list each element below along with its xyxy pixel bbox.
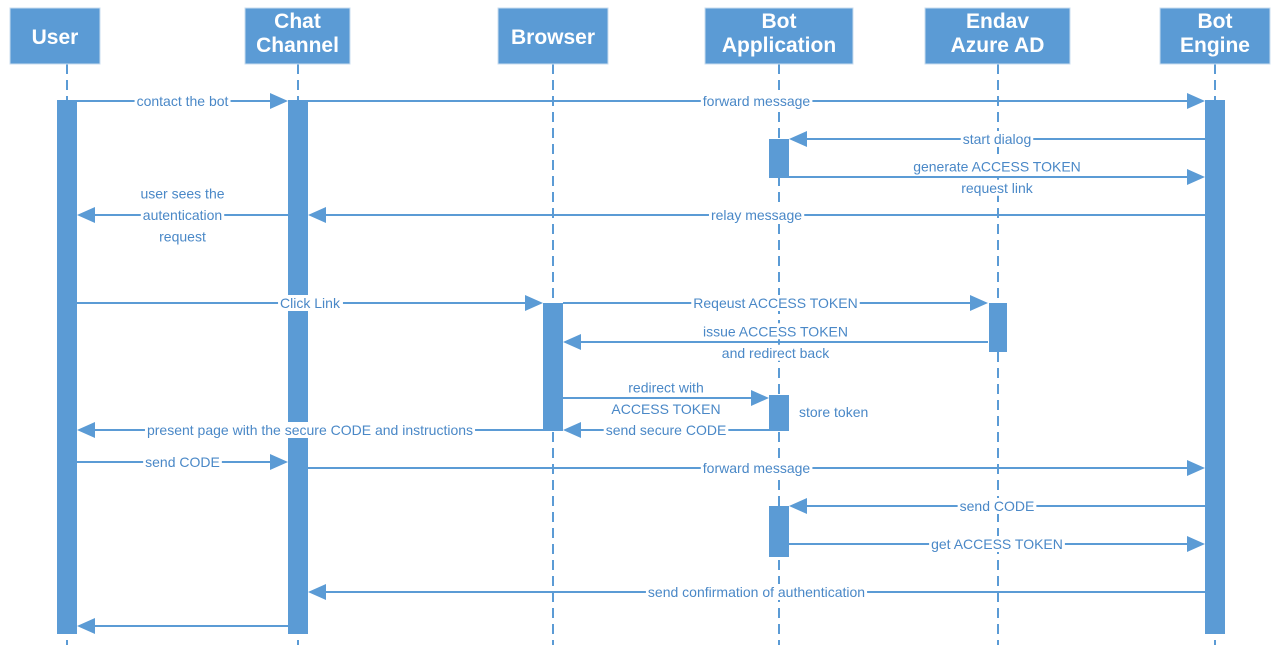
activation-bar-chat: [288, 100, 308, 634]
message: redirect with ACCESS TOKEN: [563, 379, 769, 417]
message-label: generate ACCESS TOKEN: [913, 158, 1081, 174]
message: send CODE: [789, 498, 1205, 514]
message: forward message: [308, 93, 1205, 109]
message: start dialog: [789, 131, 1205, 147]
arrowhead-icon: [970, 295, 988, 311]
arrowhead-icon: [270, 93, 288, 109]
arrowhead-icon: [1187, 93, 1205, 109]
arrowhead-icon: [525, 295, 543, 311]
message-label: forward message: [703, 93, 811, 109]
message: send secure CODE: [563, 422, 769, 438]
participant-label: Azure AD: [951, 34, 1045, 57]
message: get ACCESS TOKEN: [789, 536, 1205, 552]
activation-bar-botapp: [769, 506, 789, 557]
message-label: Reqeust ACCESS TOKEN: [693, 295, 857, 311]
message-label: present page with the secure CODE and in…: [147, 422, 473, 438]
arrowhead-icon: [308, 584, 326, 600]
message-label: Click Link: [280, 295, 341, 311]
message-label: request link: [961, 180, 1034, 196]
message-label: send CODE: [960, 498, 1035, 514]
message: user sees the autentication request: [77, 185, 288, 245]
arrowhead-icon: [563, 334, 581, 350]
participant-label: Application: [722, 34, 836, 57]
message: issue ACCESS TOKEN and redirect back: [563, 323, 988, 361]
arrowhead-icon: [1187, 536, 1205, 552]
arrowhead-icon: [563, 422, 581, 438]
message-label: issue ACCESS TOKEN: [703, 323, 848, 339]
arrowhead-icon: [77, 618, 95, 634]
participant-label: Browser: [511, 26, 595, 49]
activation-bar-botapp: [769, 395, 789, 431]
message-label: forward message: [703, 460, 811, 476]
message-label: send secure CODE: [606, 422, 727, 438]
message: contact the bot: [77, 93, 288, 109]
message-label: contact the bot: [137, 93, 229, 109]
participant-user: User: [9, 7, 101, 645]
message-label: get ACCESS TOKEN: [931, 536, 1063, 552]
message-label: and redirect back: [722, 345, 830, 361]
message: Reqeust ACCESS TOKEN: [563, 295, 988, 311]
message-label: request: [159, 229, 206, 245]
message: send confirmation of authentication: [308, 584, 1205, 600]
activation-bar-browser: [543, 303, 563, 431]
arrowhead-icon: [308, 207, 326, 223]
message: forward message: [308, 460, 1205, 476]
participant-label: Bot: [1198, 10, 1233, 33]
arrowhead-icon: [77, 207, 95, 223]
participant-label: Engine: [1180, 34, 1250, 57]
message-label: redirect with: [628, 379, 703, 395]
message: send CODE: [77, 454, 288, 470]
arrowhead-icon: [789, 498, 807, 514]
arrowhead-icon: [77, 422, 95, 438]
arrowhead-icon: [270, 454, 288, 470]
participant-label: Endav: [966, 10, 1029, 33]
participant-label: Bot: [762, 10, 797, 33]
message-label: send CODE: [145, 454, 220, 470]
arrowhead-icon: [789, 131, 807, 147]
message-label: relay message: [711, 207, 802, 223]
message-label: user sees the: [140, 186, 224, 202]
message: generate ACCESS TOKEN request link: [789, 158, 1205, 196]
message: present page with the secure CODE and in…: [77, 422, 543, 438]
participant-label: User: [32, 26, 79, 49]
note-label: store token: [799, 404, 868, 420]
participant-label: Channel: [256, 34, 339, 57]
message: [77, 618, 288, 634]
activation-bar-engine: [1205, 100, 1225, 634]
activation-bar-aad: [989, 303, 1007, 352]
message-label: start dialog: [963, 131, 1031, 147]
message: Click Link: [77, 295, 543, 311]
activation-bar-botapp: [769, 139, 789, 178]
arrowhead-icon: [1187, 460, 1205, 476]
message-label: send confirmation of authentication: [648, 584, 865, 600]
message: relay message: [308, 207, 1205, 223]
sequence-diagram: UserChatChannel BrowserBotApplicationEnda…: [9, 7, 1271, 645]
message-label: ACCESS TOKEN: [611, 401, 720, 417]
activation-bar-user: [57, 100, 77, 634]
arrowhead-icon: [751, 390, 769, 406]
arrowhead-icon: [1187, 169, 1205, 185]
message-label: autentication: [143, 207, 222, 223]
participant-label: Chat: [274, 10, 321, 33]
